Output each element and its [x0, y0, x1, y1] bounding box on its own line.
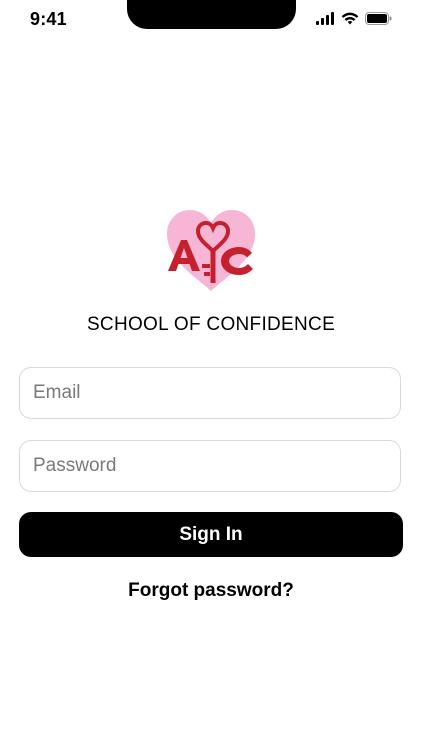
brand-title: SCHOOL OF CONFIDENCE	[86, 314, 336, 335]
password-input[interactable]	[20, 441, 400, 491]
wifi-icon	[341, 12, 359, 25]
battery-icon	[365, 12, 392, 25]
password-field-container[interactable]	[19, 440, 401, 492]
status-time: 9:41	[30, 9, 67, 29]
device-notch	[127, 0, 296, 29]
status-icons	[316, 12, 392, 25]
email-field-container[interactable]	[19, 367, 401, 419]
heart-key-logo	[164, 207, 258, 293]
sign-in-button[interactable]: Sign In	[19, 512, 403, 557]
email-input[interactable]	[20, 368, 400, 418]
forgot-password-link[interactable]: Forgot password?	[0, 580, 422, 602]
status-bar: 9:41	[0, 0, 422, 44]
cellular-signal-icon	[316, 12, 335, 25]
